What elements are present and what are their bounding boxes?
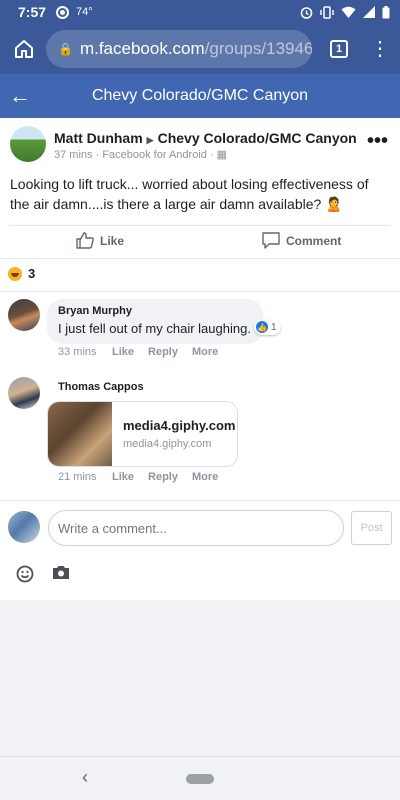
home-icon (15, 40, 33, 58)
comment-like-badge[interactable]: 👍 1 (254, 319, 281, 335)
alarm-icon (300, 6, 313, 19)
comment-time: 33 mins (58, 346, 97, 358)
vibrate-icon (320, 5, 334, 19)
post-time[interactable]: 37 mins (54, 149, 93, 161)
battery-icon (382, 5, 390, 18)
emoji-icon: 🙎 (325, 196, 343, 212)
post-comment-button[interactable]: Post (351, 511, 392, 545)
url-bar[interactable]: 🔒 m.facebook.com/groups/1394639 (46, 30, 312, 68)
like-label: Like (100, 233, 125, 248)
commenter-name[interactable]: Thomas Cappos (58, 381, 144, 393)
reaction-summary[interactable]: 3 (8, 266, 35, 281)
status-time: 7:57 (18, 4, 47, 20)
post-source: Facebook for Android (102, 149, 207, 161)
post-header: Matt Dunham ▶ Chevy Colorado/GMC Canyon 37… (10, 126, 390, 166)
comment-reply-link[interactable]: Reply (148, 346, 178, 358)
post-author-line: Matt Dunham ▶ Chevy Colorado/GMC Canyon (54, 130, 357, 146)
comment-like-link[interactable]: Like (112, 471, 134, 483)
post-text: Looking to lift truck... worried about l… (10, 176, 369, 212)
like-button[interactable]: Like (76, 232, 124, 249)
divider (0, 258, 400, 259)
comment-actions: 33 mins Like Reply More (58, 346, 232, 358)
tab-switcher-button[interactable]: 1 (330, 40, 348, 58)
arrow-right-icon: ▶ (146, 135, 154, 145)
comment-time: 21 mins (58, 471, 97, 483)
haha-reaction-icon (8, 266, 22, 281)
post-options-icon[interactable]: ••• (367, 130, 388, 153)
url-host: m.facebook.com (79, 39, 205, 58)
home-pill[interactable] (186, 774, 214, 784)
commenter-avatar[interactable] (8, 299, 40, 331)
commenter-avatar[interactable] (8, 377, 40, 409)
post-meta: 37 mins · Facebook for Android · ▦ (54, 149, 228, 161)
link-thumbnail (48, 402, 112, 466)
system-navigation-bar: ‹ (0, 756, 400, 800)
status-bar: 7:57 74° (0, 0, 400, 24)
link-preview-card[interactable]: media4.giphy.com media4.giphy.com (47, 401, 238, 467)
comment-reply-link[interactable]: Reply (148, 471, 178, 483)
comment-bubble: Bryan Murphy I just fell out of my chair… (47, 299, 263, 344)
comment-like-link[interactable]: Like (112, 346, 134, 358)
comment-more-link[interactable]: More (192, 471, 218, 483)
author-avatar[interactable] (10, 126, 46, 162)
user-avatar (8, 511, 40, 543)
signal-icon (363, 6, 375, 18)
browser-toolbar: 🔒 m.facebook.com/groups/1394639 1 ⋮ (0, 24, 400, 74)
group-header: ← Chevy Colorado/GMC Canyon (0, 74, 400, 118)
divider (0, 500, 400, 501)
weather-icon (56, 5, 70, 19)
post-author-name[interactable]: Matt Dunham (54, 130, 143, 146)
thumbs-up-icon: 👍 (256, 321, 268, 333)
post-group-name[interactable]: Chevy Colorado/GMC Canyon (158, 130, 357, 146)
comment-button[interactable]: Comment (262, 232, 341, 249)
home-button[interactable] (2, 24, 46, 74)
commenter-name[interactable]: Bryan Murphy (58, 305, 251, 317)
link-title: media4.giphy.com (123, 418, 236, 433)
comment-actions: 21 mins Like Reply More (58, 471, 232, 483)
divider (0, 291, 400, 292)
emoji-picker-button[interactable] (16, 565, 34, 588)
back-arrow-icon[interactable]: ← (2, 83, 38, 109)
comment-input[interactable] (48, 510, 344, 546)
camera-icon (53, 566, 69, 579)
smiley-icon (16, 565, 34, 583)
url-path: /groups/1394639 (204, 39, 312, 58)
wifi-icon (341, 6, 356, 18)
lock-icon: 🔒 (58, 42, 73, 56)
status-temperature: 74° (76, 6, 93, 18)
post-body: Looking to lift truck... worried about l… (10, 174, 390, 214)
thumbs-up-icon (76, 232, 94, 249)
comment-text: I just fell out of my chair laughing. (58, 321, 251, 336)
link-domain: media4.giphy.com (123, 438, 212, 450)
comment-more-link[interactable]: More (192, 346, 218, 358)
members-icon: ▦ (216, 149, 228, 161)
camera-button[interactable] (52, 564, 70, 585)
group-title: Chevy Colorado/GMC Canyon (91, 87, 309, 104)
comment-like-count: 1 (271, 321, 277, 333)
divider (10, 225, 390, 226)
comment-icon (262, 232, 280, 249)
reaction-count: 3 (28, 266, 36, 281)
back-chevron-icon[interactable]: ‹ (82, 767, 88, 788)
comment-label: Comment (286, 233, 342, 248)
overflow-menu-icon[interactable]: ⋮ (370, 39, 390, 59)
post-content: Matt Dunham ▶ Chevy Colorado/GMC Canyon 37… (0, 118, 400, 600)
